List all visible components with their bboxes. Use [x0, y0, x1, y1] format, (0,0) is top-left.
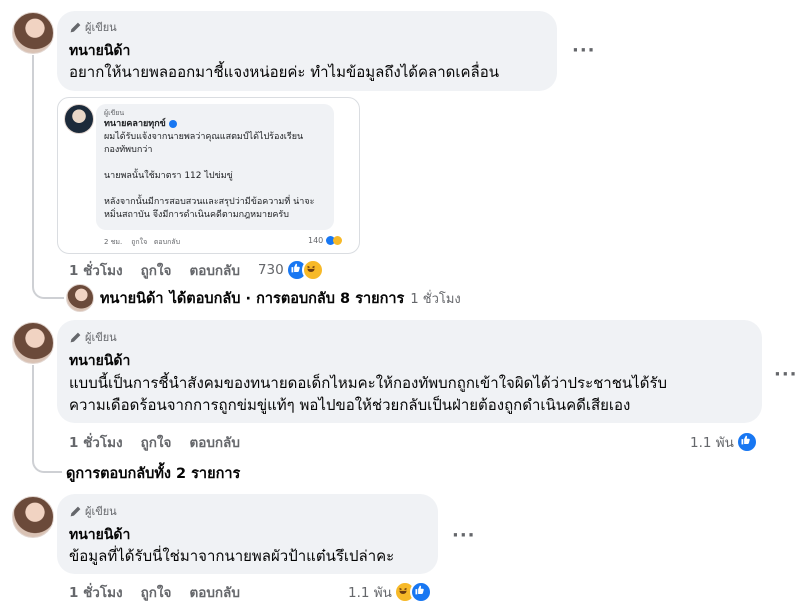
reply-summary[interactable]: ทนายนิด้า ได้ตอบกลับ · การตอบกลับ 8 รายก…	[66, 284, 461, 312]
author-badge-label: ผู้เขียน	[85, 505, 117, 518]
thread-line	[32, 55, 34, 280]
haha-reaction-icon	[301, 259, 324, 281]
reaction-count[interactable]: 1.1 พัน	[348, 581, 392, 603]
commenter-name[interactable]: ทนายนิด้า	[69, 524, 130, 546]
like-reaction-icon	[409, 581, 432, 603]
comment-actions: 1 ชั่วโมง ถูกใจ ตอบกลับ	[69, 581, 258, 603]
author-badge: ผู้เขียน	[69, 328, 117, 346]
attached-image[interactable]: ผู้เขียน ทนายคลายทุกข์ ผมได้รับแจ้งจากนา…	[57, 97, 360, 254]
comment-text: อยากให้นายพลออกมาชี้แจงหน่อยค่ะ ทำไมข้อม…	[69, 63, 500, 81]
embedded-like: ถูกใจ	[131, 238, 148, 246]
comment-time[interactable]: 1 ชั่วโมง	[69, 259, 123, 281]
embedded-name-label: ทนายคลายทุกข์	[104, 119, 166, 129]
embedded-reactions: 140	[308, 234, 342, 247]
commenter-name[interactable]: ทนายนิด้า	[69, 40, 130, 62]
reaction-count[interactable]: 1.1 พัน	[690, 431, 734, 453]
like-reaction-icon	[735, 431, 758, 453]
embedded-avatar	[64, 104, 94, 134]
embedded-line: หมิ่นสถาบัน จึงมีการดำเนินคดีตามกฎหมายคร…	[104, 210, 289, 220]
reply-summary-time: 1 ชั่วโมง	[410, 291, 461, 307]
comment-actions: 1 ชั่วโมง ถูกใจ ตอบกลับ	[69, 431, 258, 453]
reaction-count[interactable]: 730	[258, 262, 284, 278]
avatar[interactable]	[12, 322, 54, 364]
author-badge-label: ผู้เขียน	[85, 21, 117, 34]
embedded-line: กองทัพบกว่า	[104, 145, 153, 155]
embedded-actions: 2 ชม. ถูกใจ ตอบกลับ	[104, 236, 180, 249]
reply-avatar	[66, 284, 94, 312]
more-options-button[interactable]: ···	[774, 364, 798, 385]
embedded-time: 2 ชม.	[104, 238, 123, 246]
reply-button[interactable]: ตอบกลับ	[189, 259, 239, 281]
comment-reactions[interactable]: 1.1 พัน	[690, 431, 758, 453]
commenter-name[interactable]: ทนายนิด้า	[69, 350, 130, 372]
comment-time[interactable]: 1 ชั่วโมง	[69, 431, 123, 453]
comment-time[interactable]: 1 ชั่วโมง	[69, 581, 123, 603]
reply-button[interactable]: ตอบกลับ	[189, 431, 239, 453]
view-replies-link[interactable]: ดูการตอบกลับทั้ง 2 รายการ	[66, 462, 240, 485]
reply-button[interactable]: ตอบกลับ	[189, 581, 239, 603]
pen-icon	[70, 22, 81, 32]
avatar[interactable]	[12, 12, 54, 54]
thread-connector	[32, 280, 64, 299]
embedded-line: หลังจากนั้นมีการสอบสวนและสรุปว่ามีข้อควา…	[104, 197, 315, 207]
thread-line	[32, 365, 34, 455]
comment-text: แบบนี้เป็นการชี้นำสังคมของทนายดอเด็กไหมค…	[69, 374, 668, 392]
comment-reactions[interactable]: 1.1 พัน	[348, 581, 450, 603]
comment-actions: 1 ชั่วโมง ถูกใจ ตอบกลับ 730	[69, 259, 342, 281]
like-button[interactable]: ถูกใจ	[141, 581, 172, 603]
more-options-button[interactable]: ···	[572, 40, 596, 61]
avatar[interactable]	[12, 496, 54, 538]
more-options-button[interactable]: ···	[452, 525, 476, 546]
author-badge: ผู้เขียน	[69, 18, 117, 36]
reply-summary-name: ทนายนิด้า	[100, 290, 164, 307]
reply-summary-text: ได้ตอบกลับ · การตอบกลับ 8 รายการ	[169, 290, 405, 307]
comment-text: ข้อมูลที่ได้รับนี่ใช่มาจากนายพลผัวป้าแต๋…	[69, 547, 395, 565]
like-button[interactable]: ถูกใจ	[141, 259, 172, 281]
pen-icon	[70, 506, 81, 516]
thread-connector	[32, 455, 62, 473]
author-badge-label: ผู้เขียน	[85, 331, 117, 344]
embedded-line: ผมได้รับแจ้งจากนายพลว่าคุณแสตมป์ได้ไปร้อ…	[104, 132, 304, 142]
like-button[interactable]: ถูกใจ	[141, 431, 172, 453]
pen-icon	[70, 332, 81, 342]
haha-reaction-icon	[332, 236, 342, 245]
embedded-line: นายพลนั้นใช้มาตรา 112 ไปข่มขู่	[104, 171, 233, 181]
embedded-reaction-count: 140	[308, 236, 324, 245]
verified-icon	[168, 119, 177, 128]
author-badge: ผู้เขียน	[69, 502, 117, 520]
embedded-name: ทนายคลายทุกข์	[104, 118, 177, 131]
embedded-reply: ตอบกลับ	[153, 238, 181, 246]
comment-text: ความเดือดร้อนจากการถูกข่มขู่แท้ๆ พอไปขอใ…	[69, 396, 631, 414]
